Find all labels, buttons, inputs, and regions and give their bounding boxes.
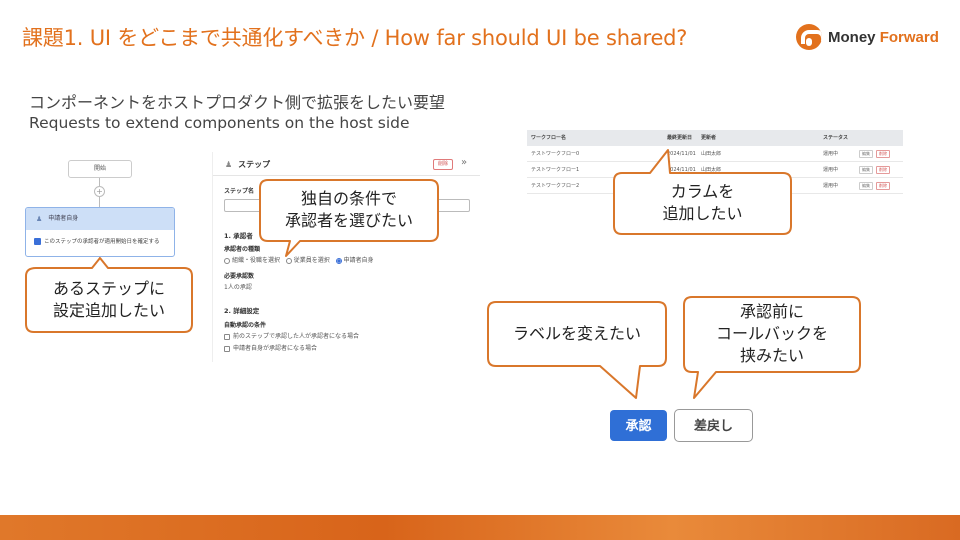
callout-shapes [25,149,861,399]
cell-name: テストワークフロー2 [531,183,580,189]
cell-date: 2024/11/01 [667,151,696,157]
callout-line: 独自の条件で [300,189,397,208]
row-delete-button[interactable]: 削除 [876,166,890,174]
callout-line: カラムを [670,182,735,201]
callout-line: 挟みたい [739,346,804,365]
radio-applicant[interactable] [335,257,342,264]
callout-bubble-change-label [487,301,667,399]
person-icon: ♟ [36,215,43,223]
required-count-label: 必要承認数 [224,273,255,280]
callout-add-column: カラムを 追加したい [614,181,791,225]
callout-line: ラベルを変えたい [512,324,641,343]
step-name-label: ステップ名 [224,188,255,195]
checkbox-checked[interactable] [34,237,41,245]
footer-band [0,515,960,540]
row-edit-button[interactable]: 編集 [859,182,873,190]
callout-line: コールバックを [715,324,828,343]
flow-step-option[interactable]: このステップの承認者が適用開始日を確定する [26,230,174,252]
subtitle-ja: コンポーネントをホストプロダクト側で拡張をしたい要望 [29,93,446,112]
slide-title: 課題1. UI をどこまで共通化すべきか / How far should UI… [22,26,688,50]
flow-step-option-label: このステップの承認者が適用開始日を確定する [44,239,160,245]
table-row[interactable]: テストワークフロー0 2024/11/01 山田太郎 運用中 編集 削除 [527,146,903,162]
cell-name: テストワークフロー0 [531,151,580,157]
section-detail: 2. 詳細設定 [224,307,260,315]
person-icon: ♟ [225,160,233,169]
col-header-user: 更新者 [701,135,717,141]
cell-date: 2024/11/01 [667,167,696,173]
money-forward-logo-icon [796,24,822,50]
row-delete-button[interactable]: 削除 [876,150,890,158]
approve-button[interactable]: 承認 [610,410,667,441]
panel-divider [213,175,480,176]
flow-step-header: ♟ 申請者自身 [26,208,174,230]
checkbox[interactable] [224,345,230,352]
auto-option-1[interactable]: 前のステップで承認した人が承認者になる場合 [224,331,359,340]
cell-name: テストワークフロー1 [531,167,580,173]
col-header-status: ステータス [823,135,849,141]
logo-text-forward: Forward [879,28,939,46]
flow-step-node[interactable]: ♟ 申請者自身 このステップの承認者が適用開始日を確定する [25,207,175,257]
row-edit-button[interactable]: 編集 [859,166,873,174]
logo-text-money: Money [828,28,880,46]
logo-text: Money Forward [828,29,939,46]
panel-border [212,152,213,362]
row-delete-button[interactable]: 削除 [876,182,890,190]
required-count-value: 1人の承認 [224,284,252,291]
cell-user: 山田太郎 [701,151,722,157]
callout-line: 設定追加したい [52,301,165,320]
radio-employee-label: 従業員を選択 [293,257,330,264]
auto-approve-label: 自動承認の条件 [224,322,267,329]
checkbox[interactable] [224,333,230,340]
flow-start-node[interactable]: 開始 [68,160,132,178]
flow-connector [99,197,100,207]
table-header: ワークフロー名 最終更新日 更新者 ステータス [527,130,903,146]
cell-status: 運用中 [823,151,839,157]
callout-step-setting: あるステップに 設定追加したい [26,278,192,322]
cell-status: 運用中 [823,167,839,173]
flow-step-title: 申請者自身 [48,215,79,222]
row-edit-button[interactable]: 編集 [859,150,873,158]
cell-user: 山田太郎 [701,167,722,173]
step-panel-title: ステップ [238,160,271,169]
callout-line: 承認者を選びたい [284,211,413,230]
step-panel-header: ♟ ステップ [225,159,270,170]
flow-connector [99,257,100,269]
collapse-chevron-icon[interactable]: » [461,157,467,168]
section-approver: 1. 承認者 [224,232,253,240]
money-forward-logo: Money Forward [796,24,939,50]
radio-org[interactable] [224,257,230,264]
auto-option-2-label: 申請者自身が承認者になる場合 [233,345,318,352]
add-step-icon[interactable]: + [94,186,105,197]
flow-connector [99,178,100,186]
auto-option-2[interactable]: 申請者自身が承認者になる場合 [224,343,317,352]
radio-applicant-label: 申請者自身 [343,257,374,264]
subtitle-en: Requests to extend components on the hos… [29,114,410,132]
callout-line: あるステップに [52,279,165,298]
col-header-date: 最終更新日 [667,135,693,141]
cell-status: 運用中 [823,183,839,189]
callout-line: 追加したい [662,204,743,223]
radio-employee[interactable] [285,257,292,264]
table-row[interactable]: テストワークフロー1 2024/11/01 山田太郎 運用中 編集 削除 [527,162,903,178]
step-delete-button[interactable]: 削除 [433,159,453,170]
approver-type-label: 承認者の種類 [224,246,261,253]
callout-approver-condition: 独自の条件で 承認者を選びたい [260,188,438,232]
radio-org-label: 組織・役職を選択 [232,257,281,264]
callout-change-label: ラベルを変えたい [488,323,666,345]
auto-option-1-label: 前のステップで承認した人が承認者になる場合 [233,333,360,340]
approver-type-radio-group: 組織・役職を選択 従業員を選択 申請者自身 [224,255,374,264]
callout-line: 承認前に [739,302,804,321]
col-header-name: ワークフロー名 [531,135,567,141]
callout-callback: 承認前に コールバックを 挟みたい [684,301,860,367]
return-button[interactable]: 差戻し [674,409,753,442]
